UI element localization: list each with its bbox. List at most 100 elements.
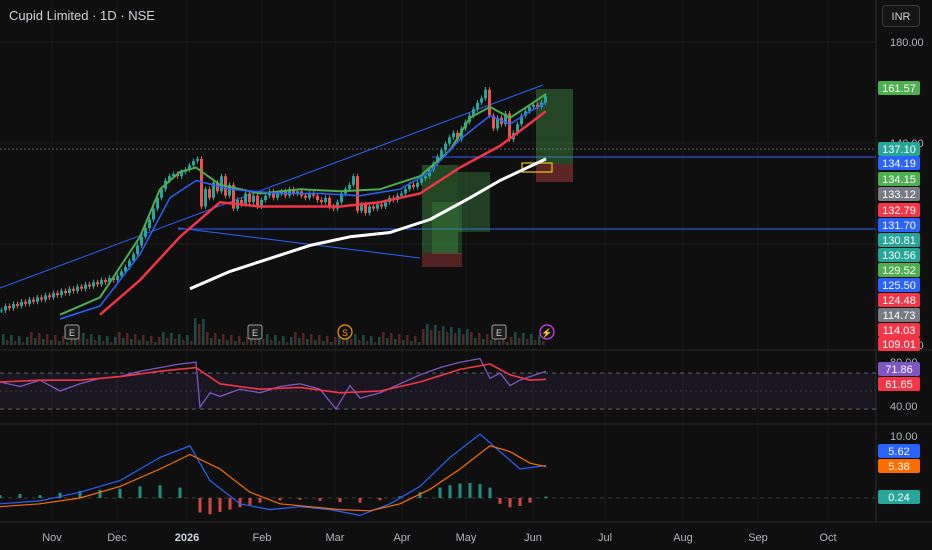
macd-line[interactable] (0, 433, 547, 517)
candle[interactable] (416, 182, 419, 188)
candle[interactable] (52, 293, 55, 298)
volume-bar (134, 334, 137, 345)
time-tick: Jun (524, 532, 542, 544)
candle[interactable] (84, 284, 87, 289)
histogram-bar (298, 498, 302, 500)
volume-bar (286, 342, 289, 345)
candle[interactable] (248, 193, 251, 203)
candle[interactable] (196, 158, 199, 162)
candle[interactable] (476, 102, 479, 110)
candle[interactable] (452, 132, 455, 138)
signal-line[interactable] (0, 445, 547, 512)
candle[interactable] (532, 104, 535, 107)
candle[interactable] (96, 282, 99, 285)
time-tick: Mar (326, 532, 345, 544)
candle[interactable] (400, 193, 403, 196)
stop-zone[interactable] (422, 253, 462, 267)
candle[interactable] (364, 204, 367, 213)
drawing-tools[interactable] (0, 84, 876, 289)
candle[interactable] (0, 310, 3, 312)
candle[interactable] (480, 98, 483, 103)
candle[interactable] (88, 284, 91, 287)
candle[interactable] (376, 204, 379, 209)
candle[interactable] (244, 193, 247, 205)
candle[interactable] (152, 208, 155, 220)
candle[interactable] (444, 143, 447, 151)
candle[interactable] (408, 184, 411, 190)
volume-bar (398, 334, 401, 345)
candle[interactable] (204, 189, 207, 207)
stop-zone[interactable] (536, 164, 573, 182)
candle[interactable] (24, 301, 27, 304)
candle[interactable] (56, 293, 59, 296)
candle[interactable] (328, 197, 331, 207)
candle[interactable] (92, 282, 95, 287)
candle[interactable] (208, 189, 211, 198)
candle[interactable] (264, 195, 267, 200)
candle[interactable] (348, 184, 351, 190)
sma_200-line[interactable] (189, 157, 547, 291)
candle[interactable] (324, 197, 327, 203)
histogram-bar (248, 498, 252, 505)
volume-bar (522, 333, 525, 345)
candle[interactable] (488, 89, 491, 116)
candle[interactable] (140, 236, 143, 246)
candle[interactable] (276, 193, 279, 198)
candle[interactable] (40, 297, 43, 300)
candle[interactable] (192, 161, 195, 166)
histogram-bar (0, 495, 2, 498)
candle[interactable] (68, 288, 71, 294)
event-marker-label: E (69, 328, 75, 338)
rsi-pane[interactable] (0, 357, 876, 411)
candle[interactable] (20, 301, 23, 307)
candle[interactable] (544, 96, 547, 103)
candle[interactable] (36, 297, 39, 302)
candle[interactable] (48, 295, 51, 298)
candle[interactable] (404, 189, 407, 194)
candle[interactable] (120, 271, 123, 276)
macd-pane[interactable] (0, 433, 876, 517)
candle[interactable] (104, 280, 107, 283)
volume-bar (354, 334, 357, 345)
candle[interactable] (60, 290, 63, 296)
volume-bar (350, 339, 353, 345)
candle[interactable] (72, 288, 75, 291)
candle[interactable] (16, 303, 19, 307)
candle[interactable] (132, 254, 135, 261)
candle[interactable] (76, 286, 79, 291)
volume-bar (410, 341, 413, 345)
candle[interactable] (320, 199, 323, 203)
candle[interactable] (252, 195, 255, 203)
volume-bar (274, 335, 277, 345)
candle[interactable] (32, 299, 35, 302)
candle[interactable] (116, 275, 119, 281)
candle[interactable] (412, 184, 415, 188)
chart-canvas[interactable]: EESE⚡ 180.00140.00100.0080.0040.0010.001… (0, 0, 932, 550)
candle[interactable] (424, 176, 427, 179)
candle[interactable] (380, 204, 383, 207)
candle[interactable] (4, 306, 7, 311)
candle[interactable] (144, 228, 147, 237)
candle[interactable] (352, 176, 355, 185)
candle[interactable] (100, 280, 103, 285)
volume-bar (438, 331, 441, 345)
candle[interactable] (304, 195, 307, 198)
candle[interactable] (368, 206, 371, 213)
candle[interactable] (12, 303, 15, 309)
candle[interactable] (372, 206, 375, 209)
candle[interactable] (80, 286, 83, 289)
candle[interactable] (384, 202, 387, 207)
candle[interactable] (220, 176, 223, 192)
candle[interactable] (44, 295, 47, 300)
candle[interactable] (28, 299, 31, 304)
candle[interactable] (148, 219, 151, 229)
candle[interactable] (484, 89, 487, 99)
candle[interactable] (420, 178, 423, 183)
candle[interactable] (448, 137, 451, 144)
candle[interactable] (64, 290, 67, 294)
candle[interactable] (136, 245, 139, 255)
volume-bar (54, 335, 57, 345)
candle[interactable] (316, 195, 319, 200)
candle[interactable] (8, 306, 11, 309)
volume-bar (242, 342, 245, 345)
